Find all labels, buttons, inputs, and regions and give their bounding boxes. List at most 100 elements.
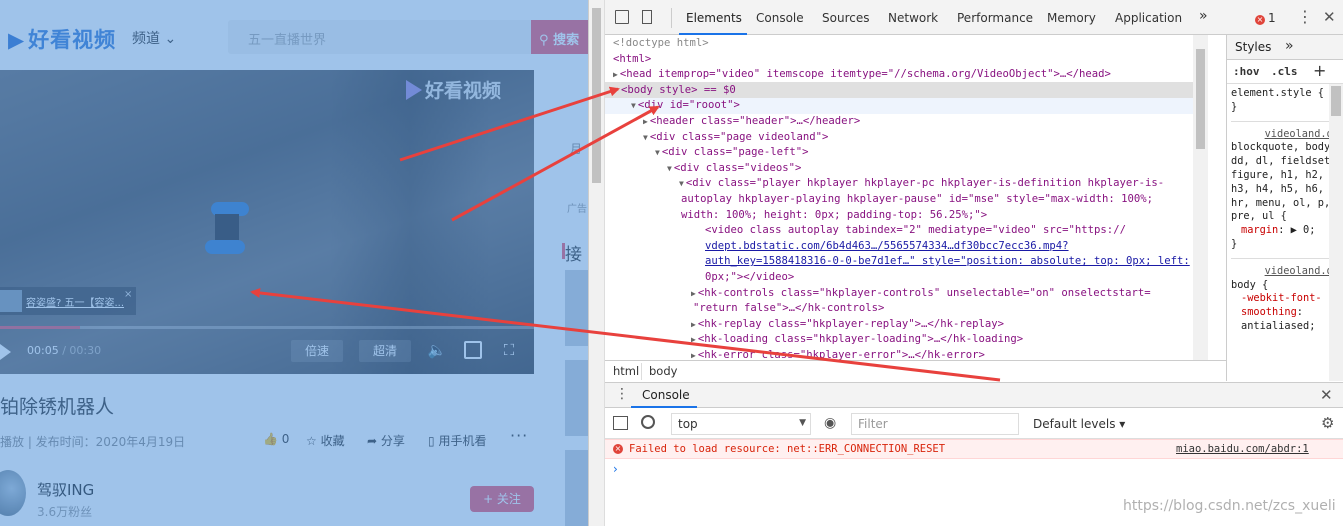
expand-triangle-icon[interactable]: ▼	[667, 164, 672, 173]
elements-scrollbar[interactable]	[1193, 35, 1208, 360]
collapse-triangle-icon[interactable]: ▶	[643, 117, 648, 126]
avatar[interactable]	[0, 470, 26, 516]
like-button[interactable]: 👍 0	[263, 432, 289, 446]
inspect-element-icon[interactable]	[615, 10, 629, 24]
dom-node-line[interactable]: width: 100%; height: 0px; padding-top: 5…	[679, 208, 987, 224]
scrollbar-thumb[interactable]	[1196, 49, 1205, 149]
tab-console[interactable]: Console	[756, 11, 804, 25]
author-name[interactable]: 驾驭ING	[37, 479, 94, 500]
collapse-triangle-icon[interactable]: ▶	[691, 335, 696, 344]
side-card[interactable]	[565, 360, 588, 436]
rule-source-link[interactable]: videoland.d…	[1231, 128, 1341, 142]
device-toolbar-icon[interactable]	[642, 10, 652, 24]
dom-node-line[interactable]: <!doctype html>	[611, 36, 709, 52]
elements-tree[interactable]: <!doctype html> <html> ▶ <head itemprop="vi…	[605, 35, 1211, 360]
more-tabs-icon[interactable]: »	[1285, 38, 1294, 54]
console-prompt[interactable]: ›	[613, 462, 618, 476]
fullscreen-icon[interactable]: ⛶	[499, 340, 519, 360]
dom-node-line[interactable]: 0px;"></video>	[703, 270, 794, 286]
kebab-menu-icon[interactable]: ⋮	[1297, 7, 1313, 26]
tab-styles[interactable]: Styles	[1235, 40, 1271, 54]
dom-node-line[interactable]: auth_key=1588418316-0-0-be7d1ef…" style=…	[703, 254, 1190, 270]
mobile-view-button[interactable]: ▯ 用手机看	[428, 432, 486, 449]
gear-icon[interactable]: ⚙	[1321, 414, 1334, 432]
add-rule-icon[interactable]: +	[1313, 61, 1326, 80]
side-card[interactable]	[565, 270, 588, 346]
breadcrumb-html[interactable]: html	[613, 364, 639, 378]
expand-triangle-icon[interactable]: ▼	[679, 179, 684, 188]
dom-node-line[interactable]: ▶ <hk-controls class="hkplayer-controls" …	[691, 286, 1151, 302]
dom-node-line[interactable]: ▼ <div id="rooot">	[631, 98, 740, 114]
side-card[interactable]	[565, 450, 588, 526]
dom-node-line[interactable]: vdept.bdstatic.com/6b4d463…/5565574334…d…	[703, 239, 1069, 255]
tab-application[interactable]: Application	[1115, 11, 1182, 25]
dom-node-line[interactable]: <html>	[611, 52, 651, 68]
dom-node-line[interactable]: ▶ <hk-error class="hkplayer-error">…</hk-…	[691, 348, 985, 360]
tab-sources[interactable]: Sources	[822, 11, 869, 25]
error-badge[interactable]: × 1	[1255, 11, 1276, 25]
sidebar-toggle-icon[interactable]	[613, 416, 628, 430]
dom-node-line[interactable]: ▼ <div class="videos">	[667, 161, 801, 177]
error-source-link[interactable]: miao.baidu.com/abdr:1	[1176, 443, 1309, 455]
close-icon[interactable]: ✕	[1320, 386, 1333, 404]
dom-node-line[interactable]: ▶ <head itemprop="video" itemscope itemty…	[613, 67, 1111, 83]
dom-node-line[interactable]: ▼ <div class="page videoland">	[643, 130, 828, 146]
search-input[interactable]: 五一直播世界	[228, 20, 534, 54]
cls-toggle[interactable]: .cls	[1271, 65, 1298, 78]
dom-node-line[interactable]: <body style> == $0	[619, 83, 736, 99]
tab-elements[interactable]: Elements	[686, 11, 742, 25]
picture-in-picture-icon[interactable]	[464, 341, 482, 359]
tab-performance[interactable]: Performance	[957, 11, 1033, 25]
clear-console-icon[interactable]	[641, 415, 655, 429]
scrollbar-thumb[interactable]	[592, 8, 601, 183]
tab-memory[interactable]: Memory	[1047, 11, 1096, 25]
expand-triangle-icon[interactable]: ▼	[643, 133, 648, 142]
video-player[interactable]: 好看视频 容姿盛? 五一【容姿... × 00:05 / 00:30 倍速 超清…	[0, 70, 534, 374]
dom-node-line[interactable]: ▼ <div class="page-left">	[655, 145, 809, 161]
speed-button[interactable]: 倍速	[291, 340, 343, 362]
share-button[interactable]: ➦ 分享	[367, 432, 405, 449]
close-icon[interactable]: ×	[124, 289, 132, 300]
dom-node-line[interactable]: ▶ <hk-loading class="hkplayer-loading">…<…	[691, 332, 1023, 348]
styles-scrollbar[interactable]	[1329, 84, 1343, 381]
dom-node-line[interactable]: ▶ <hk-replay class="hkplayer-replay">…</h…	[691, 317, 1004, 333]
tab-network[interactable]: Network	[888, 11, 938, 25]
channel-menu[interactable]: 频道 ⌄	[132, 28, 176, 48]
quality-button[interactable]: 超清	[359, 340, 411, 362]
page-scrollbar[interactable]	[589, 0, 605, 526]
dom-node-line[interactable]: ▶ <header class="header">…</header>	[643, 114, 860, 130]
search-button[interactable]: ⚲ 搜索	[531, 20, 588, 54]
dom-node-line[interactable]: "return false">…</hk-controls>	[691, 301, 884, 317]
collapse-triangle-icon[interactable]: ▶	[691, 320, 696, 329]
tab-console-drawer[interactable]: Console	[642, 388, 690, 402]
recommend-title[interactable]: 容姿盛? 五一【容姿...	[26, 294, 124, 309]
site-logo[interactable]: ▶ 好看视频	[8, 24, 116, 54]
collapse-triangle-icon[interactable]: ▶	[691, 289, 696, 298]
breadcrumb-body[interactable]: body	[649, 364, 677, 378]
filter-input[interactable]: Filter	[851, 413, 1019, 435]
rule-selector[interactable]: element.style {	[1231, 87, 1341, 101]
progress-bar[interactable]	[0, 326, 534, 329]
dom-node-line[interactable]: <video class autoplay tabindex="2" media…	[703, 223, 1126, 239]
scrollbar-thumb[interactable]	[1331, 86, 1341, 116]
levels-dropdown[interactable]: Default levels ▾	[1033, 417, 1125, 431]
expand-triangle-icon[interactable]: ▼	[655, 148, 660, 157]
favorite-button[interactable]: ☆ 收藏	[306, 432, 345, 449]
collapse-triangle-icon[interactable]: ▶	[613, 70, 618, 79]
rule-declaration[interactable]: -webkit-font-smoothing: antialiased;	[1231, 292, 1341, 333]
drawer-menu-icon[interactable]: ⋮	[615, 386, 629, 402]
rule-source-link[interactable]: videoland.d…	[1231, 265, 1341, 279]
context-select[interactable]: top ▼	[671, 413, 811, 435]
close-icon[interactable]: ✕	[1323, 8, 1336, 26]
volume-icon[interactable]: 🔈	[427, 340, 447, 360]
play-icon[interactable]	[0, 344, 11, 360]
rule-declaration[interactable]: margin: ▶ 0;	[1231, 224, 1341, 238]
dom-node-line[interactable]: autoplay hkplayer-playing hkplayer-pause…	[679, 192, 1153, 208]
more-button[interactable]: ···	[510, 426, 528, 445]
more-tabs-icon[interactable]: »	[1199, 8, 1208, 24]
expand-triangle-icon[interactable]: ▼	[631, 101, 636, 110]
dom-node-line[interactable]: ▼ <div class="player hkplayer hkplayer-pc…	[679, 176, 1164, 192]
hov-toggle[interactable]: :hov	[1233, 65, 1260, 78]
collapse-triangle-icon[interactable]: ▶	[691, 351, 696, 360]
recommend-popup[interactable]: 容姿盛? 五一【容姿... ×	[0, 287, 136, 315]
